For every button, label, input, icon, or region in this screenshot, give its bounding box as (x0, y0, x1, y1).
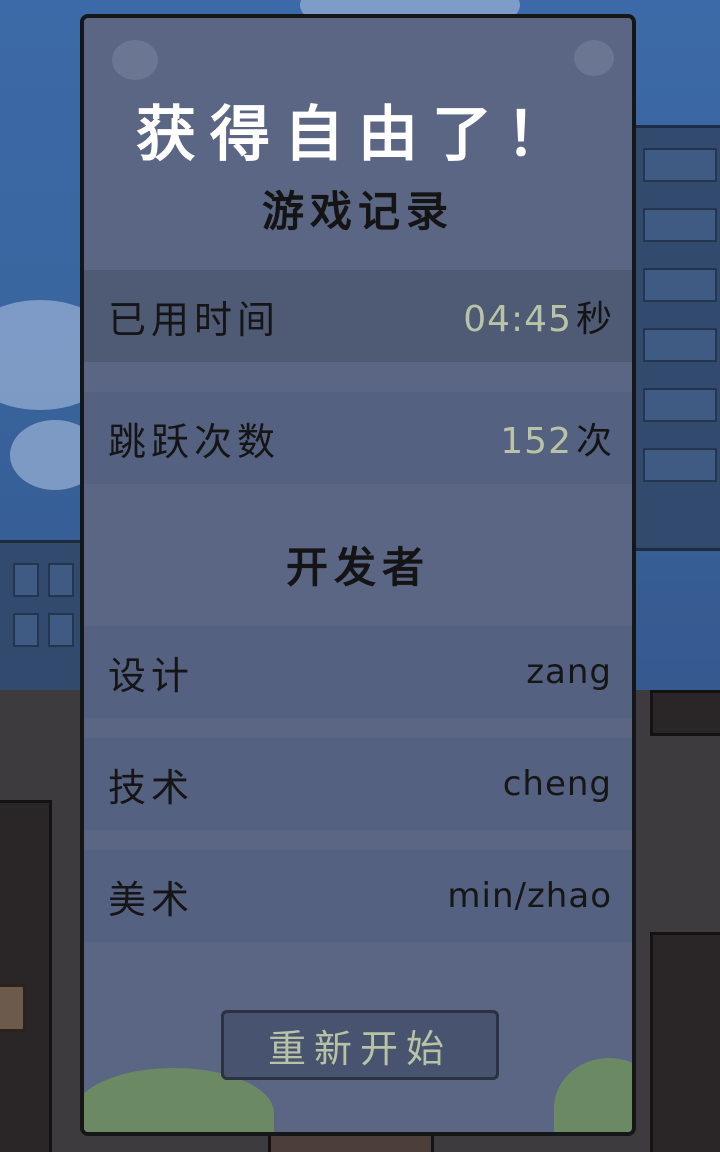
panel-decor-blob (574, 40, 614, 76)
right-wall (650, 690, 720, 736)
developers-heading: 开发者 (285, 543, 430, 592)
jumps-value: 152 (500, 421, 572, 462)
page-title: 获得自由了！ (136, 100, 580, 170)
jumps-row: 跳跃次数 152 次 (84, 392, 632, 484)
time-value: 04:45 (463, 299, 572, 340)
result-panel: 获得自由了！ 游戏记录 已用时间 04:45 秒 跳跃次数 152 次 开发者 … (80, 14, 636, 1136)
time-unit: 秒 (575, 299, 612, 340)
developer-name: min/zhao (447, 876, 612, 916)
developer-name: zang (526, 652, 612, 692)
background-building (630, 125, 720, 551)
restart-button[interactable]: 重新开始 (221, 1010, 499, 1080)
developer-role: 技术 (108, 765, 195, 810)
time-row: 已用时间 04:45 秒 (84, 270, 632, 362)
left-shelf (0, 984, 26, 1032)
developer-name: cheng (502, 764, 612, 804)
game-record-heading: 游戏记录 (261, 187, 454, 236)
panel-decor-blob (112, 40, 158, 80)
right-block (650, 932, 720, 1152)
left-wall (0, 800, 52, 1152)
developer-role: 美术 (108, 877, 195, 922)
jumps-label: 跳跃次数 (108, 419, 281, 464)
developer-row-tech: 技术 cheng (84, 738, 632, 830)
bush-decoration (554, 1058, 632, 1132)
jumps-value-group: 152 次 (500, 412, 612, 464)
developer-row-design: 设计 zang (84, 626, 632, 718)
developer-role: 设计 (108, 653, 195, 698)
time-value-group: 04:45 秒 (463, 290, 612, 342)
developer-row-art: 美术 min/zhao (84, 850, 632, 942)
time-label: 已用时间 (108, 297, 281, 342)
jumps-unit: 次 (575, 421, 612, 462)
